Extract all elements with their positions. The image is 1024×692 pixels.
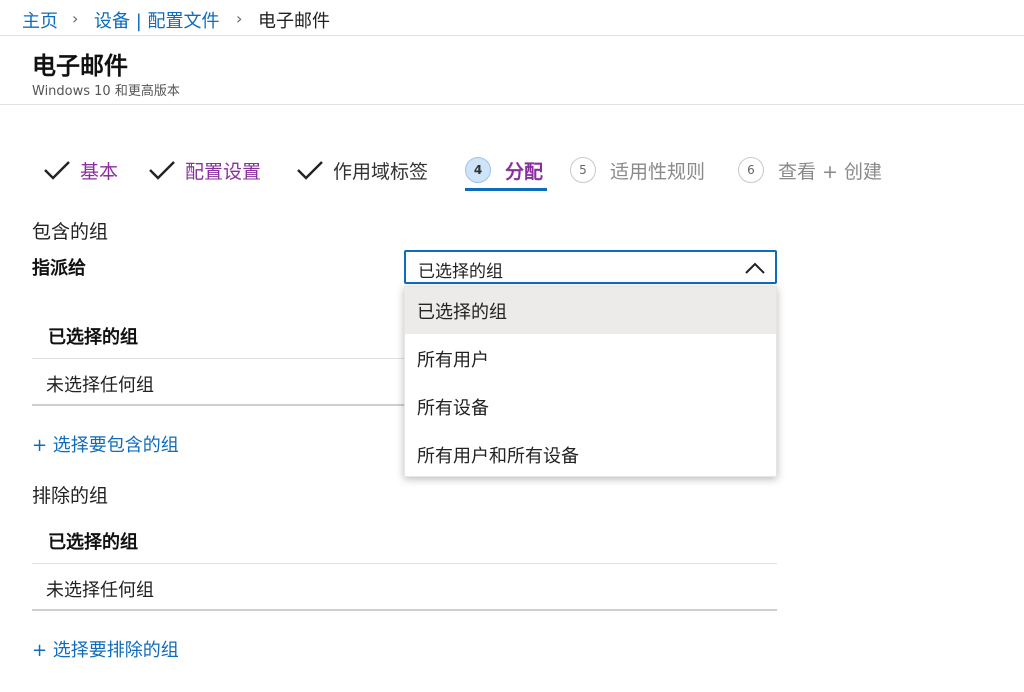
empty-row-text: 未选择任何组	[46, 375, 154, 396]
step-number-badge: 5	[570, 157, 596, 183]
dropdown-option-label: 已选择的组	[417, 302, 507, 323]
breadcrumb-separator: ›	[236, 9, 243, 28]
assign-to-dropdown[interactable]: 已选择的组	[404, 250, 777, 284]
wizard-step-assignments[interactable]: 4 分配	[465, 155, 543, 185]
excluded-grid-header: 已选择的组	[32, 516, 777, 564]
assign-to-dropdown-menu: 已选择的组 所有用户 所有设备 所有用户和所有设备	[404, 286, 777, 477]
breadcrumb-current: 电子邮件	[258, 11, 330, 32]
breadcrumb-home-link[interactable]: 主页	[22, 7, 58, 33]
add-included-groups-link[interactable]: + 选择要包含的组	[32, 431, 179, 457]
dropdown-option-label: 所有用户	[417, 350, 489, 371]
checkmark-icon	[44, 161, 70, 180]
wizard-step-label: 查看 + 创建	[778, 160, 882, 183]
included-groups-heading: 包含的组	[32, 221, 109, 243]
breadcrumb-devices-link[interactable]: 设备 | 配置文件	[94, 7, 220, 33]
grid-header-label: 已选择的组	[48, 327, 138, 348]
wizard-step-label: 配置设置	[185, 160, 262, 183]
header-divider	[0, 104, 1024, 105]
step-number-badge: 4	[465, 157, 491, 183]
wizard-step-label: 分配	[505, 160, 544, 183]
wizard-step-label: 作用域标签	[333, 160, 429, 183]
wizard-step-review-create[interactable]: 6 查看 + 创建	[738, 155, 882, 185]
wizard-step-label: 适用性规则	[610, 160, 706, 183]
excluded-groups-heading: 排除的组	[32, 485, 109, 507]
page-subtitle: Windows 10 和更高版本	[32, 84, 180, 99]
wizard-step-scope-tags[interactable]: 作用域标签	[295, 155, 428, 185]
empty-row-text: 未选择任何组	[46, 580, 154, 601]
add-excluded-groups-link[interactable]: + 选择要排除的组	[32, 636, 179, 662]
assign-to-label: 指派给	[32, 258, 86, 279]
dropdown-option-selected-groups[interactable]: 已选择的组	[405, 287, 776, 334]
dropdown-option-label: 所有设备	[417, 398, 489, 419]
chevron-up-icon	[745, 262, 765, 274]
checkmark-icon	[297, 161, 323, 180]
breadcrumb: 主页 › 设备 | 配置文件 › 电子邮件	[0, 0, 1024, 36]
breadcrumb-separator: ›	[72, 9, 79, 28]
dropdown-selected-value: 已选择的组	[418, 262, 503, 282]
wizard-step-label: 基本	[80, 160, 119, 183]
wizard-step-config-settings[interactable]: 配置设置	[147, 155, 261, 185]
grid-header-label: 已选择的组	[48, 532, 138, 553]
dropdown-option-all-users-and-devices[interactable]: 所有用户和所有设备	[405, 431, 776, 478]
wizard-step-basics[interactable]: 基本	[42, 155, 118, 185]
wizard-step-applicability-rules[interactable]: 5 适用性规则	[570, 155, 705, 185]
dropdown-option-all-users[interactable]: 所有用户	[405, 335, 776, 382]
dropdown-option-all-devices[interactable]: 所有设备	[405, 383, 776, 430]
checkmark-icon	[149, 161, 175, 180]
page-title: 电子邮件	[32, 52, 128, 80]
excluded-empty-row: 未选择任何组	[32, 565, 777, 611]
active-step-underline	[465, 188, 547, 191]
dropdown-option-label: 所有用户和所有设备	[417, 446, 579, 467]
step-number-badge: 6	[738, 157, 764, 183]
